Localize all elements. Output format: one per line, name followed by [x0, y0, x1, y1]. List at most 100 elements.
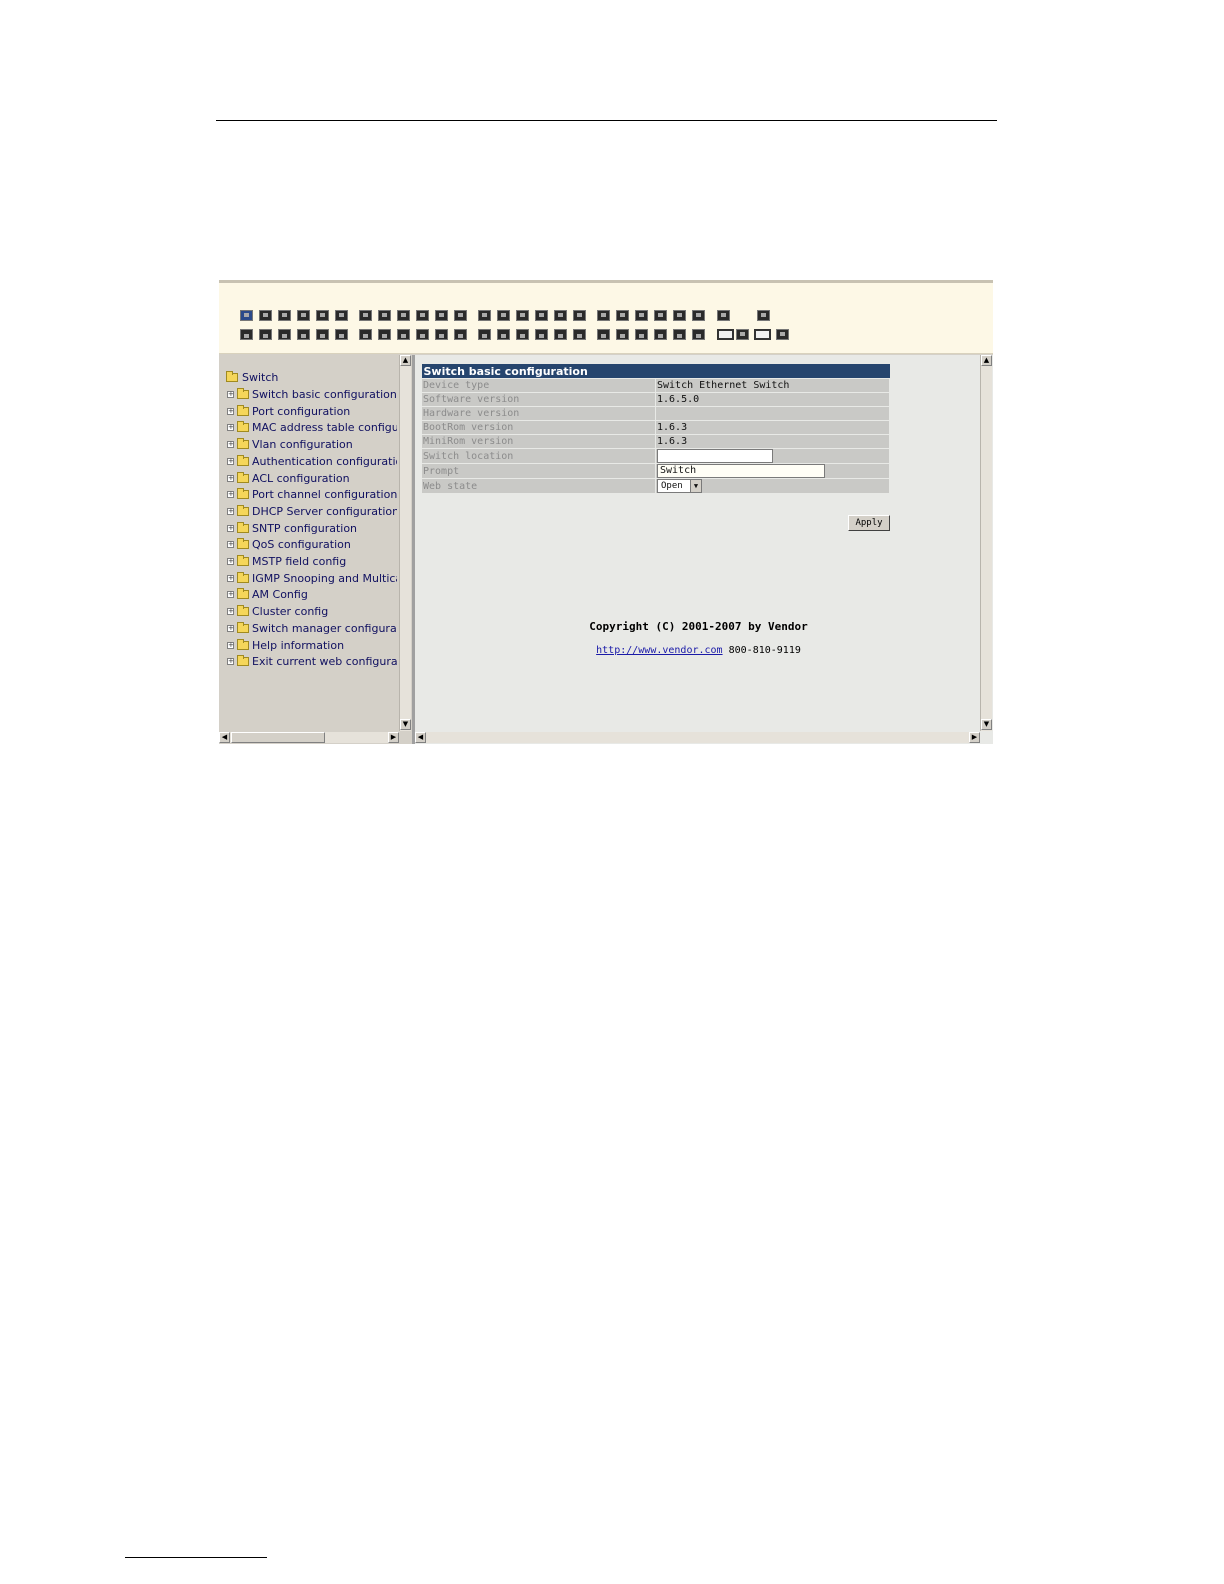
content-vertical-scrollbar[interactable]: ▲ ▼ [980, 355, 992, 731]
scroll-left-arrow-icon[interactable]: ◀ [415, 732, 426, 743]
port-icon[interactable] [335, 310, 348, 321]
expand-icon[interactable]: + [227, 541, 234, 549]
tree-item[interactable]: + Port configuration [227, 404, 350, 418]
port-icon[interactable] [635, 329, 648, 340]
scroll-down-arrow-icon[interactable]: ▼ [981, 719, 992, 730]
port-icon[interactable] [692, 329, 705, 340]
expand-icon[interactable]: + [227, 491, 234, 499]
expand-icon[interactable]: + [227, 641, 234, 649]
expand-icon[interactable]: + [227, 608, 234, 616]
expand-icon[interactable]: + [227, 441, 234, 449]
port-icon[interactable] [673, 329, 686, 340]
port-icon[interactable] [454, 329, 467, 340]
expand-icon[interactable]: + [227, 524, 234, 532]
tree-horizontal-scrollbar[interactable]: ◀ ▶ [219, 732, 399, 743]
tree-item[interactable]: + ACL configuration [227, 471, 350, 485]
expand-icon[interactable]: + [227, 658, 234, 666]
expand-icon[interactable]: + [227, 407, 234, 415]
tree-item[interactable]: + Help information [227, 638, 344, 652]
port-icon[interactable] [416, 310, 429, 321]
tree-item[interactable]: + Cluster config [227, 605, 328, 618]
port-icon[interactable] [240, 310, 253, 321]
uplink-port-icon[interactable] [757, 310, 770, 321]
tree-item[interactable]: + Switch manager configuratio [227, 621, 397, 635]
port-icon[interactable] [554, 310, 567, 321]
tree-item[interactable]: + AM Config [227, 588, 308, 601]
tree-item[interactable]: + MAC address table configura [227, 421, 397, 434]
port-icon[interactable] [397, 310, 410, 321]
port-icon[interactable] [278, 329, 291, 340]
tree-item[interactable]: + QoS configuration [227, 538, 351, 551]
tree-item[interactable]: + DHCP Server configuration [227, 504, 397, 518]
port-icon[interactable] [654, 329, 667, 340]
port-icon[interactable] [359, 329, 372, 340]
port-icon[interactable] [497, 329, 510, 340]
port-icon[interactable] [240, 329, 253, 340]
expand-icon[interactable]: + [227, 457, 234, 465]
scroll-down-arrow-icon[interactable]: ▼ [400, 719, 411, 730]
port-icon[interactable] [478, 329, 491, 340]
port-icon[interactable] [692, 310, 705, 321]
port-icon[interactable] [259, 329, 272, 340]
port-icon[interactable] [316, 310, 329, 321]
port-icon[interactable] [397, 329, 410, 340]
port-icon[interactable] [378, 329, 391, 340]
port-icon[interactable] [535, 329, 548, 340]
switch-location-input[interactable] [657, 449, 773, 463]
tree-item[interactable]: + MSTP field config [227, 555, 346, 568]
uplink-port-icon[interactable] [776, 329, 789, 340]
port-icon[interactable] [435, 310, 448, 321]
port-icon[interactable] [616, 310, 629, 321]
port-icon[interactable] [673, 310, 686, 321]
scroll-thumb[interactable] [231, 732, 325, 743]
port-icon[interactable] [378, 310, 391, 321]
port-icon[interactable] [316, 329, 329, 340]
port-icon[interactable] [359, 310, 372, 321]
port-icon[interactable] [416, 329, 429, 340]
scroll-left-arrow-icon[interactable]: ◀ [219, 732, 230, 743]
port-icon[interactable] [654, 310, 667, 321]
port-icon[interactable] [516, 329, 529, 340]
port-icon[interactable] [297, 329, 310, 340]
port-icon[interactable] [278, 310, 291, 321]
tree-item[interactable]: + SNTP configuration [227, 521, 357, 535]
port-icon[interactable] [535, 310, 548, 321]
port-icon[interactable] [573, 310, 586, 321]
expand-icon[interactable]: + [227, 558, 234, 565]
expand-icon[interactable]: + [227, 574, 234, 582]
expand-icon[interactable]: + [227, 474, 234, 482]
expand-icon[interactable]: + [227, 507, 234, 515]
expand-icon[interactable]: + [227, 424, 234, 432]
prompt-input[interactable]: Switch [657, 464, 825, 478]
content-horizontal-scrollbar[interactable]: ◀ ▶ [415, 732, 980, 743]
tree-vertical-scrollbar[interactable]: ▲ ▼ [399, 355, 411, 731]
expand-icon[interactable]: + [227, 591, 234, 599]
port-icon[interactable] [335, 329, 348, 340]
tree-item[interactable]: + Port channel configuration [227, 488, 397, 501]
expand-icon[interactable]: + [227, 391, 234, 398]
port-icon[interactable] [478, 310, 491, 321]
port-icon[interactable] [554, 329, 567, 340]
sfp-port-icon[interactable] [717, 329, 734, 340]
tree-item[interactable]: + Exit current web configuratic [227, 655, 397, 668]
port-icon[interactable] [573, 329, 586, 340]
tree-root[interactable]: Switch [226, 371, 278, 384]
expand-icon[interactable]: + [227, 624, 234, 632]
web-state-select[interactable]: Open ▼ [657, 479, 702, 493]
scroll-right-arrow-icon[interactable]: ▶ [388, 732, 399, 743]
port-icon[interactable] [497, 310, 510, 321]
tree-item[interactable]: + IGMP Snooping and Multicast [227, 571, 397, 585]
tree-item[interactable]: + Vlan configuration [227, 438, 353, 451]
port-icon[interactable] [454, 310, 467, 321]
port-icon[interactable] [259, 310, 272, 321]
port-icon[interactable] [616, 329, 629, 340]
uplink-port-icon[interactable] [736, 329, 749, 340]
scroll-up-arrow-icon[interactable]: ▲ [400, 355, 411, 366]
port-icon[interactable] [435, 329, 448, 340]
port-icon[interactable] [597, 310, 610, 321]
sfp-port-icon[interactable] [754, 329, 771, 340]
scroll-right-arrow-icon[interactable]: ▶ [969, 732, 980, 743]
port-icon[interactable] [635, 310, 648, 321]
tree-item[interactable]: + Switch basic configuration [227, 388, 397, 401]
port-icon[interactable] [516, 310, 529, 321]
